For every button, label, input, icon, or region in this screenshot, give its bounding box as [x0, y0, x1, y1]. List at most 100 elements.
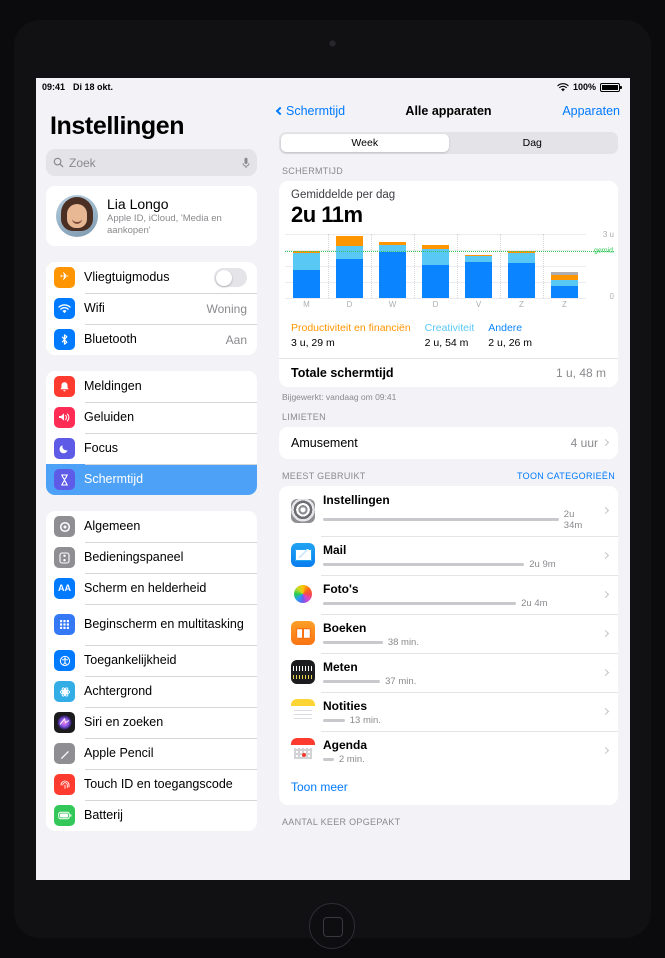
segment-week[interactable]: Week — [281, 134, 449, 152]
sidebar-item-geluiden[interactable]: Geluiden — [46, 402, 257, 433]
sidebar-item-algemeen[interactable]: Algemeen — [46, 511, 257, 542]
chevron-right-icon — [601, 507, 610, 515]
sidebar-item-label: Achtergrond — [84, 684, 153, 698]
wallpaper-icon — [54, 681, 75, 702]
average-label: Gemiddelde per dag — [291, 189, 396, 201]
status-bar: 09:41 Di 18 okt. 100% — [36, 78, 630, 96]
chart-bar[interactable] — [328, 234, 371, 298]
chart-bar[interactable] — [285, 234, 328, 298]
chart-bar[interactable] — [414, 234, 457, 298]
avatar — [56, 195, 98, 237]
show-categories-button[interactable]: TOON CATEGORIEËN — [517, 471, 615, 481]
search-placeholder: Zoek — [69, 155, 96, 170]
app-name: Foto's — [323, 581, 359, 596]
devices-button[interactable]: Apparaten — [562, 104, 620, 118]
chart-x-label: D — [346, 300, 353, 309]
home-button[interactable] — [309, 903, 355, 949]
chart-bar[interactable] — [457, 234, 500, 298]
account-card[interactable]: Lia Longo Apple ID, iCloud, 'Media en aa… — [46, 186, 257, 246]
battery-icon — [600, 82, 622, 92]
books-app-icon — [291, 621, 315, 646]
hourglass-icon — [54, 469, 75, 490]
sidebar-item-vliegtuigmodus[interactable]: ✈ Vliegtuigmodus — [46, 262, 257, 293]
chart-bar[interactable] — [371, 234, 414, 298]
sidebar-item-achtergrond[interactable]: Achtergrond — [46, 676, 257, 707]
sidebar-item-meldingen[interactable]: Meldingen — [46, 371, 257, 402]
app-usage-row[interactable]: Mail 2u 9m — [279, 535, 618, 575]
settings-app-icon — [291, 498, 315, 523]
section-header-schermtijd: SCHERMTIJD — [267, 166, 630, 181]
sidebar-item-touch-id[interactable]: Touch ID en toegangscode — [46, 769, 257, 800]
sidebar-item-focus[interactable]: Focus — [46, 433, 257, 464]
battery-percent: 100% — [572, 82, 596, 92]
airplane-mode-toggle[interactable] — [214, 268, 247, 287]
sidebar-item-label: Beginscherm en multitasking — [84, 617, 244, 631]
sidebar-item-schermtijd[interactable]: Schermtijd — [46, 464, 257, 495]
sidebar-item-beginscherm-en-multitasking[interactable]: Beginscherm en multitasking — [46, 604, 257, 645]
meter-fill — [323, 757, 334, 761]
total-label: Totale schermtijd — [291, 365, 394, 380]
sidebar-item-toegankelijkheid[interactable]: Toegankelijkheid — [46, 645, 257, 676]
app-name: Instellingen — [323, 492, 390, 507]
sidebar-item-wifi[interactable]: Wifi Woning — [46, 293, 257, 324]
front-camera — [329, 40, 336, 47]
search-input[interactable]: Zoek — [46, 149, 257, 176]
sidebar-item-siri-en-zoeken[interactable]: Siri en zoeken — [46, 707, 257, 738]
legend-label: Productiviteit en financiën — [291, 322, 411, 334]
meter-fill — [323, 562, 525, 566]
chart-x-label: W — [388, 300, 397, 309]
status-time: 09:41 — [42, 82, 66, 92]
total-screentime-row: Totale schermtijd 1 u, 48 m — [279, 357, 618, 387]
back-button[interactable]: Schermtijd — [275, 104, 345, 118]
sidebar-group-connectivity: ✈ Vliegtuigmodus Wifi Woning Bluetooth A… — [46, 262, 257, 355]
meter-fill — [323, 601, 517, 605]
chart-bar[interactable] — [543, 234, 586, 298]
sidebar-item-label: Algemeen — [84, 519, 141, 533]
microphone-icon[interactable] — [242, 157, 250, 169]
sidebar-item-bedieningspaneel[interactable]: Bedieningspaneel — [46, 542, 257, 573]
screentime-card: Gemiddelde per dag 2u 11m gemid. M D W D V Z Z… — [279, 181, 618, 387]
sidebar-item-label: Siri en zoeken — [84, 715, 164, 729]
sound-icon — [54, 407, 75, 428]
screentime-chart[interactable]: gemid. M D W D V Z Z 3 u 0 — [279, 230, 618, 320]
limit-row-amusement[interactable]: Amusement 4 uur — [279, 427, 618, 459]
chart-bar[interactable] — [500, 234, 543, 298]
app-usage-time: 2u 9m — [529, 558, 556, 570]
sidebar-item-scherm-en-helderheid[interactable]: AA Scherm en helderheid — [46, 573, 257, 604]
app-usage-row[interactable]: Notities 13 min. — [279, 691, 618, 731]
chart-average-label: gemid. — [593, 247, 615, 255]
chevron-right-icon — [601, 590, 610, 598]
app-usage-meter: 37 min. — [323, 676, 595, 687]
meter-fill — [323, 718, 345, 722]
sidebar-item-label: Scherm en helderheid — [84, 581, 207, 595]
app-name: Notities — [323, 698, 368, 713]
sidebar-item-label: Vliegtuigmodus — [84, 270, 170, 284]
control-center-icon — [54, 547, 75, 568]
bluetooth-value: Aan — [225, 332, 247, 347]
sidebar-item-apple-pencil[interactable]: Apple Pencil — [46, 738, 257, 769]
app-usage-row[interactable]: Agenda 2 min. — [279, 730, 618, 770]
week-day-segmented-control[interactable]: Week Dag — [279, 132, 618, 154]
wifi-icon — [54, 298, 75, 319]
show-more-link[interactable]: Toon meer — [291, 780, 348, 794]
app-usage-meter: 13 min. — [323, 715, 595, 726]
chart-bar-segment — [336, 236, 363, 246]
app-usage-time: 2u 34m — [563, 508, 583, 531]
page-title: Instellingen — [50, 112, 185, 140]
app-usage-row[interactable]: Boeken 38 min. — [279, 613, 618, 653]
moon-icon — [54, 438, 75, 459]
app-usage-row[interactable]: Instellingen 2u 34m — [279, 486, 618, 536]
account-row[interactable]: Lia Longo Apple ID, iCloud, 'Media en aa… — [46, 186, 257, 246]
segment-dag[interactable]: Dag — [449, 134, 617, 152]
show-more-row[interactable]: Toon meer — [279, 770, 618, 805]
sidebar-item-batterij[interactable]: Batterij — [46, 800, 257, 831]
app-usage-row[interactable]: Meten 37 min. — [279, 652, 618, 692]
chart-bar-segment — [508, 253, 535, 263]
app-name: Meten — [323, 659, 358, 674]
app-usage-row[interactable]: Foto's 2u 4m — [279, 574, 618, 614]
app-list: Instellingen 2u 34m Mail 2u 9m Foto's 2u 4m Bo… — [279, 486, 618, 770]
search-icon — [53, 157, 64, 168]
sidebar-item-bluetooth[interactable]: Bluetooth Aan — [46, 324, 257, 355]
chart-x-label: V — [475, 300, 482, 309]
chart-plot-area: gemid. — [285, 234, 615, 299]
